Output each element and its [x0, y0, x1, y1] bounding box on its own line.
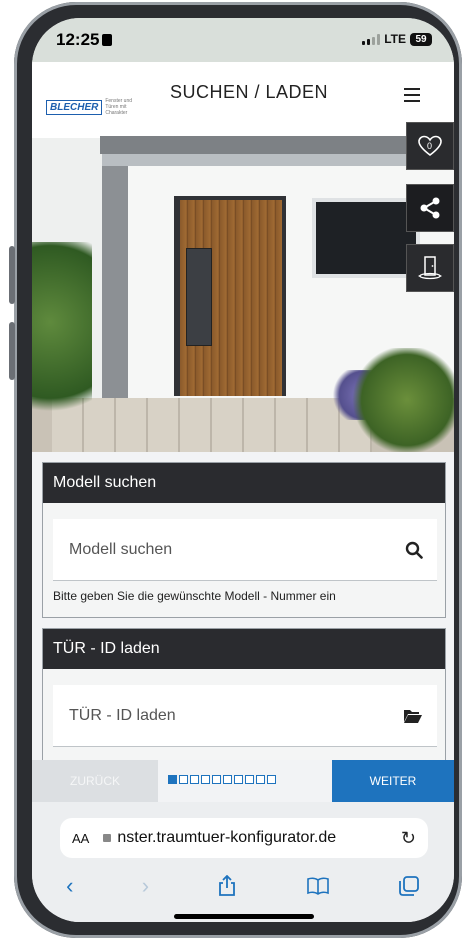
door-id-input[interactable]: TÜR - ID laden	[53, 685, 437, 747]
logo-mark: BLECHER	[46, 99, 103, 115]
share-sheet-icon[interactable]	[217, 875, 237, 897]
tabs-icon[interactable]	[398, 875, 420, 897]
home-indicator	[174, 914, 314, 919]
door-handle-bar	[186, 248, 212, 346]
status-bar: 12:25 LTE 59	[32, 18, 454, 62]
step-dot[interactable]	[201, 775, 210, 784]
volume-up-button	[9, 246, 15, 304]
step-indicator	[168, 775, 276, 784]
reader-settings-button[interactable]: AA	[72, 831, 89, 846]
model-search-placeholder: Modell suchen	[69, 540, 173, 558]
chevron-right-icon[interactable]: ›	[142, 873, 149, 899]
lock-icon	[103, 834, 112, 842]
volume-down-button	[9, 322, 15, 380]
address-bar[interactable]: AA nster.traumtuer-konfigurator.de ↻	[60, 818, 428, 858]
status-right: LTE 59	[362, 32, 432, 46]
book-icon[interactable]	[306, 877, 330, 895]
reload-icon[interactable]: ↻	[401, 828, 416, 849]
door-id-placeholder: TÜR - ID laden	[69, 706, 176, 724]
logo-tagline: Fenster und Türen mit Charakter	[105, 98, 133, 116]
step-dot[interactable]	[179, 775, 188, 784]
menu-icon[interactable]	[404, 88, 420, 106]
door-id-card: TÜR - ID laden TÜR - ID laden	[42, 628, 446, 760]
page-title: SUCHEN / LADEN	[170, 82, 329, 102]
step-dot[interactable]	[190, 775, 199, 784]
model-search-input[interactable]: Modell suchen	[53, 519, 437, 581]
network-label: LTE	[384, 32, 406, 46]
door-preview-image	[32, 122, 454, 452]
chevron-left-icon[interactable]: ‹	[66, 873, 73, 899]
screen: 12:25 LTE 59 BLECHER Fenster und Türen m…	[32, 18, 454, 922]
share-button[interactable]	[406, 184, 454, 232]
model-search-card: Modell suchen Modell suchen Bitte geben …	[42, 462, 446, 618]
model-search-heading: Modell suchen	[43, 463, 445, 503]
step-dot[interactable]	[168, 775, 177, 784]
step-dot[interactable]	[223, 775, 232, 784]
door-view-button[interactable]	[406, 244, 454, 292]
battery-icon: 59	[410, 32, 432, 46]
next-button[interactable]: WEITER	[332, 760, 454, 802]
brand-logo[interactable]: BLECHER Fenster und Türen mit Charakter	[46, 98, 145, 116]
status-time: 12:25	[56, 30, 113, 50]
folder-open-icon[interactable]	[403, 708, 423, 724]
search-icon[interactable]	[405, 541, 423, 559]
signal-icon	[362, 33, 381, 45]
step-dot[interactable]	[212, 775, 221, 784]
share-icon	[420, 197, 440, 219]
favorites-count: 0	[427, 141, 433, 151]
favorites-button[interactable]: 0	[406, 122, 454, 170]
step-dot[interactable]	[245, 775, 254, 784]
url-text: nster.traumtuer-konfigurator.de	[117, 829, 337, 846]
back-button[interactable]: ZURÜCK	[32, 760, 158, 802]
step-dot[interactable]	[256, 775, 265, 784]
battery-level: 59	[415, 33, 427, 45]
browser-toolbar: AA nster.traumtuer-konfigurator.de ↻ ‹ ›	[32, 802, 454, 922]
model-search-hint: Bitte geben Sie die gewünschte Modell - …	[53, 589, 336, 603]
focus-icon	[102, 34, 113, 46]
door-icon	[418, 256, 442, 280]
step-dot[interactable]	[234, 775, 243, 784]
step-dot[interactable]	[267, 775, 276, 784]
step-navigation: ZURÜCK WEITER	[32, 760, 454, 802]
door-id-heading: TÜR - ID laden	[43, 629, 445, 669]
browser-nav-bar: ‹ ›	[32, 868, 454, 904]
